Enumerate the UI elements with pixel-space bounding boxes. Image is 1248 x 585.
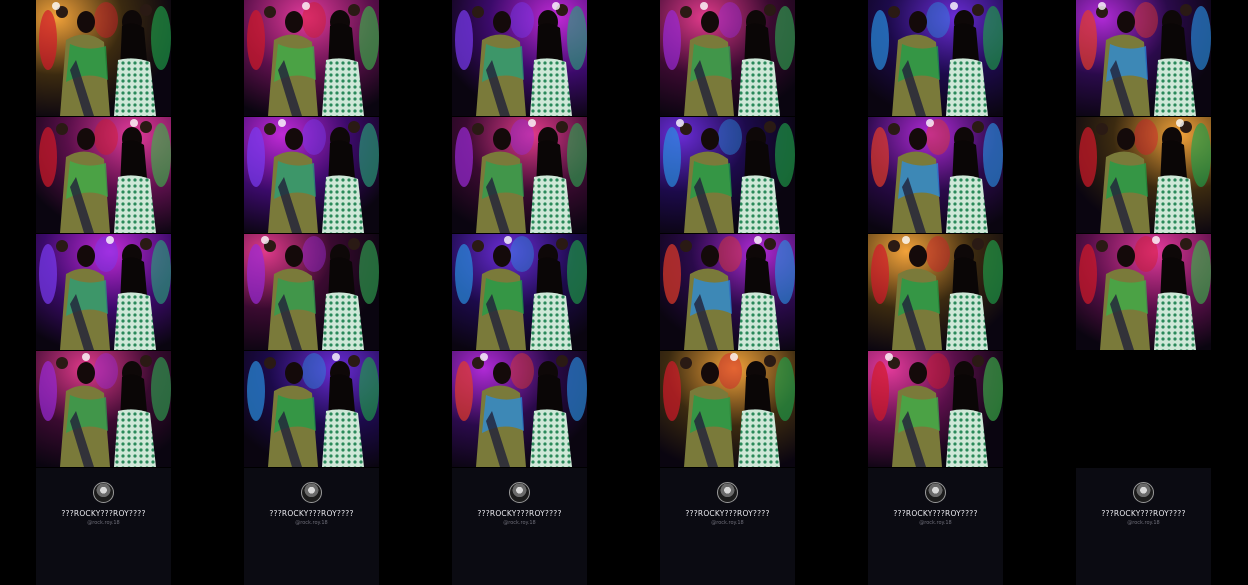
video-frame-thumbnail[interactable] <box>868 117 1003 233</box>
video-frame-thumbnail[interactable] <box>660 351 795 467</box>
profile-footer: ???ROCKY???ROY???? @rock.roy.18 <box>1076 468 1211 585</box>
profile-display-name: ???ROCKY???ROY???? <box>685 509 770 518</box>
video-frame-thumbnail[interactable] <box>36 117 171 233</box>
video-frame-thumbnail[interactable] <box>244 0 379 116</box>
profile-display-name: ???ROCKY???ROY???? <box>1101 509 1186 518</box>
video-frame-thumbnail[interactable] <box>660 117 795 233</box>
profile-footer: ???ROCKY???ROY???? @rock.roy.18 <box>660 468 795 585</box>
thumbnail-column-6: ???ROCKY???ROY???? @rock.roy.18 <box>1076 0 1211 585</box>
profile-avatar-icon[interactable] <box>1133 482 1154 503</box>
profile-avatar-icon[interactable] <box>93 482 114 503</box>
video-frame-thumbnail[interactable] <box>452 117 587 233</box>
profile-display-name: ???ROCKY???ROY???? <box>61 509 146 518</box>
profile-display-name: ???ROCKY???ROY???? <box>893 509 978 518</box>
video-frame-thumbnail[interactable] <box>868 0 1003 116</box>
profile-footer: ???ROCKY???ROY???? @rock.roy.18 <box>244 468 379 585</box>
video-frame-thumbnail[interactable] <box>36 0 171 116</box>
video-frame-thumbnail[interactable] <box>244 234 379 350</box>
profile-handle: @rock.roy.18 <box>295 520 328 526</box>
profile-avatar-icon[interactable] <box>301 482 322 503</box>
profile-handle: @rock.roy.18 <box>919 520 952 526</box>
profile-footer: ???ROCKY???ROY???? @rock.roy.18 <box>868 468 1003 585</box>
thumbnail-column-1: ???ROCKY???ROY???? @rock.roy.18 <box>36 0 171 585</box>
profile-display-name: ???ROCKY???ROY???? <box>269 509 354 518</box>
video-frame-thumbnail[interactable] <box>868 351 1003 467</box>
video-frame-thumbnail[interactable] <box>452 234 587 350</box>
profile-display-name: ???ROCKY???ROY???? <box>477 509 562 518</box>
video-frame-thumbnail[interactable] <box>244 117 379 233</box>
video-frame-thumbnail[interactable] <box>660 0 795 116</box>
thumbnail-column-2: ???ROCKY???ROY???? @rock.roy.18 <box>244 0 379 585</box>
thumbnail-column-3: ???ROCKY???ROY???? @rock.roy.18 <box>452 0 587 585</box>
profile-handle: @rock.roy.18 <box>711 520 744 526</box>
profile-footer: ???ROCKY???ROY???? @rock.roy.18 <box>452 468 587 585</box>
video-frame-thumbnail[interactable] <box>868 234 1003 350</box>
profile-avatar-icon[interactable] <box>509 482 530 503</box>
profile-footer: ???ROCKY???ROY???? @rock.roy.18 <box>36 468 171 585</box>
video-frame-thumbnail[interactable] <box>36 234 171 350</box>
video-frame-thumbnail[interactable] <box>36 351 171 467</box>
profile-handle: @rock.roy.18 <box>87 520 120 526</box>
profile-avatar-icon[interactable] <box>925 482 946 503</box>
profile-avatar-icon[interactable] <box>717 482 738 503</box>
video-frame-thumbnail[interactable] <box>660 234 795 350</box>
video-frame-thumbnail[interactable] <box>452 0 587 116</box>
profile-handle: @rock.roy.18 <box>503 520 536 526</box>
video-frame-thumbnail[interactable] <box>1076 0 1211 116</box>
profile-handle: @rock.roy.18 <box>1127 520 1160 526</box>
thumbnail-column-4: ???ROCKY???ROY???? @rock.roy.18 <box>660 0 795 585</box>
thumbnail-column-5: ???ROCKY???ROY???? @rock.roy.18 <box>868 0 1003 585</box>
video-frame-thumbnail[interactable] <box>1076 234 1211 350</box>
video-frame-thumbnail[interactable] <box>452 351 587 467</box>
video-frame-thumbnail[interactable] <box>244 351 379 467</box>
video-frame-thumbnail[interactable] <box>1076 117 1211 233</box>
